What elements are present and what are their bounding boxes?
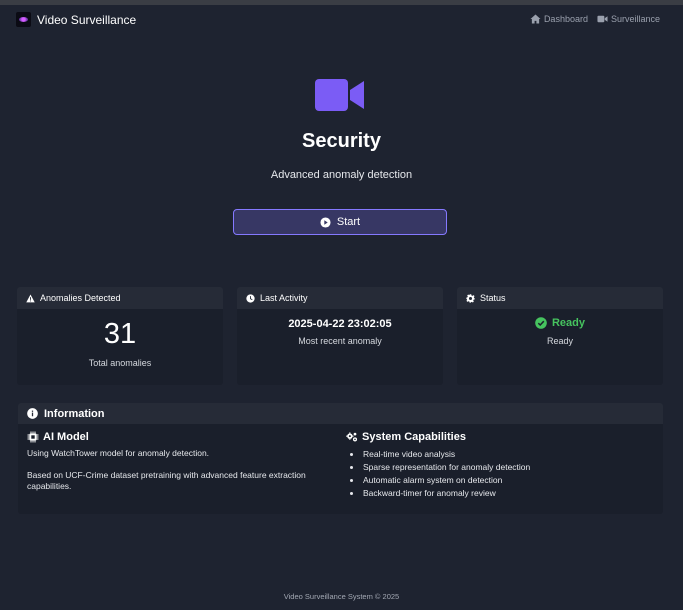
list-item: Sparse representation for anomaly detect… — [346, 461, 646, 474]
status-label: Ready — [551, 317, 586, 329]
card-header: Anomalies Detected — [17, 287, 223, 309]
page-title: Security — [302, 130, 381, 152]
status-value: Ready — [457, 317, 663, 329]
list-item: Backward-timer for anomaly review — [346, 487, 646, 500]
warning-icon — [26, 293, 35, 302]
navbar: Video Surveillance Dashboard Surveillanc… — [0, 5, 683, 35]
card-header: Status — [457, 287, 663, 309]
video-camera-icon — [597, 15, 608, 23]
nav-link-dashboard[interactable]: Dashboard — [530, 14, 588, 24]
page-subtitle: Advanced anomaly detection — [270, 169, 413, 181]
ai-model-title: AI Model — [43, 431, 89, 443]
card-caption: Ready — [546, 336, 573, 346]
section-title: AI Model — [27, 431, 332, 443]
anomalies-card: Anomalies Detected 31 Total anomalies — [17, 287, 223, 385]
gear-icon — [466, 293, 475, 303]
card-title: Last Activity — [260, 293, 308, 303]
nav-link-label: Surveillance — [610, 14, 660, 24]
cpu-icon — [27, 431, 39, 443]
card-caption: Most recent anomaly — [298, 336, 382, 346]
capabilities-section: System Capabilities Real-time video anal… — [346, 431, 646, 500]
last-activity-card: Last Activity 2025-04-22 23:02:05 Most r… — [237, 287, 443, 385]
info-icon — [27, 408, 38, 419]
anomaly-count: 31 — [103, 318, 137, 350]
information-title: Information — [44, 407, 105, 420]
information-header: Information — [18, 403, 663, 424]
start-button-label: Start — [336, 216, 361, 228]
capabilities-title: System Capabilities — [362, 431, 466, 443]
ai-model-section: AI Model Using WatchTower model for anom… — [27, 431, 332, 492]
section-title: System Capabilities — [346, 431, 646, 443]
brand[interactable]: Video Surveillance — [16, 12, 136, 27]
card-caption: Total anomalies — [88, 358, 152, 368]
ai-model-text: Based on UCF-Crime dataset pretraining w… — [27, 470, 306, 491]
list-item: Real-time video analysis — [346, 448, 646, 461]
card-title: Status — [480, 293, 506, 303]
video-camera-icon — [315, 79, 364, 111]
status-card: Status Ready Ready — [457, 287, 663, 385]
play-circle-icon — [320, 216, 331, 228]
list-item: Automatic alarm system on detection — [346, 474, 646, 487]
footer: Video Surveillance System © 2025 — [283, 592, 400, 601]
capabilities-list: Real-time video analysis Sparse represen… — [346, 448, 646, 500]
card-header: Last Activity — [237, 287, 443, 309]
brand-logo-icon — [16, 12, 31, 27]
home-icon — [530, 14, 541, 24]
nav-links: Dashboard Surveillance — [530, 14, 660, 24]
brand-title: Video Surveillance — [37, 12, 137, 27]
last-activity-timestamp: 2025-04-22 23:02:05 — [288, 318, 392, 330]
nav-link-label: Dashboard — [543, 14, 588, 24]
card-title: Anomalies Detected — [40, 293, 121, 303]
gears-icon — [346, 432, 358, 442]
clock-icon — [246, 293, 255, 303]
start-button[interactable]: Start — [233, 209, 447, 235]
ai-model-text: Using WatchTower model for anomaly detec… — [27, 448, 210, 458]
information-panel: Information AI Model Using WatchTower mo… — [18, 403, 663, 514]
nav-link-surveillance[interactable]: Surveillance — [597, 14, 660, 24]
check-circle-icon — [535, 317, 547, 329]
